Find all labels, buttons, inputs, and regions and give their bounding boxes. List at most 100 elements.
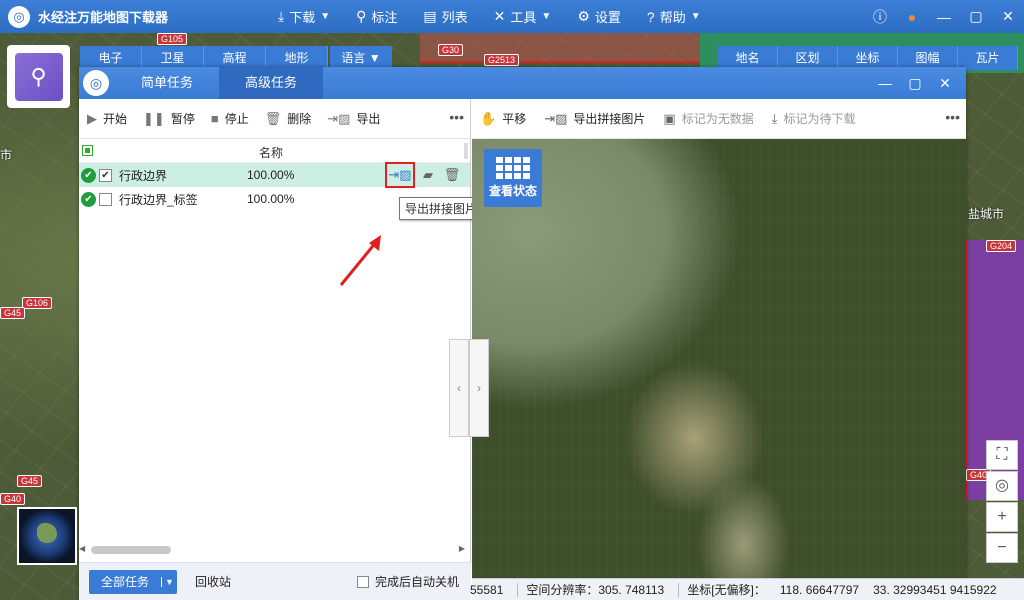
export-image-icon: ⇥▨	[327, 110, 351, 126]
pan-button[interactable]: ✋ 平移	[480, 110, 526, 127]
task-progress: 100.00%	[247, 192, 295, 206]
recycle-bin-link[interactable]: 回收站	[195, 573, 231, 590]
pause-icon: ❚❚	[143, 110, 165, 126]
close-button[interactable]: ✕	[992, 8, 1024, 25]
map-pin-icon: ⚲	[14, 52, 63, 101]
dialog-controls: — ▢ ✕	[870, 67, 960, 99]
mark-pending-icon: ⤓	[771, 110, 778, 126]
maximize-button[interactable]: ▢	[960, 8, 992, 25]
zoom-in-button[interactable]: +	[986, 502, 1018, 532]
stop-icon: ■	[210, 111, 219, 126]
scroll-left-icon[interactable]: ◀	[79, 544, 85, 553]
menu-list[interactable]: ▤ 列表	[423, 7, 467, 26]
vertical-scrollbar[interactable]	[464, 143, 468, 159]
row-checkbox[interactable]	[99, 192, 112, 206]
export-mosaic-button[interactable]: ⇥▨	[385, 162, 415, 188]
menu-annotate[interactable]: ⚲ 标注	[356, 7, 397, 26]
minimize-button[interactable]: —	[928, 9, 960, 25]
locate-icon[interactable]: ◎	[986, 471, 1018, 501]
app-title: 水经注万能地图下载器	[38, 10, 169, 25]
scrollbar-thumb[interactable]	[91, 546, 171, 554]
road-label: G105	[157, 33, 188, 45]
auto-shutdown-checkbox[interactable]	[356, 575, 369, 588]
main-menu: ⤓ 下载 ▼ ⚲ 标注 ▤ 列表 ✕ 工具 ▼ ⚙ 设置 ? 帮助 ▼	[278, 0, 727, 33]
road-label: G45	[17, 475, 43, 487]
export-mosaic-toolbar-button[interactable]: ⇥▨ 导出拼接图片	[544, 110, 645, 127]
dialog-header: ◎ 简单任务 高级任务 — ▢ ✕	[79, 67, 966, 99]
list-icon: ▤	[423, 8, 437, 24]
preview-toolbar: ✋ 平移 ⇥▨ 导出拼接图片 ▣ 标记为无数据 ⤓ 标记为待下载 •••	[472, 99, 966, 139]
tooltip: 导出拼接图片	[399, 197, 484, 220]
close-button[interactable]: ✕	[930, 75, 960, 92]
all-tasks-dropdown[interactable]: 全部任务 ▼	[89, 569, 177, 594]
app-logo-icon: ◎	[8, 5, 30, 28]
city-label: 盐城市	[968, 207, 1005, 221]
app-badge[interactable]: ⚲	[7, 45, 70, 108]
start-button[interactable]: ▶ 开始	[87, 110, 127, 127]
chevron-down-icon: ▼	[541, 11, 552, 22]
fullscreen-icon[interactable]: ⛶	[986, 440, 1018, 470]
list-header: 名称	[79, 139, 470, 163]
trash-icon[interactable]: 🗑	[441, 166, 463, 184]
chevron-down-icon: ▼	[690, 11, 701, 22]
view-status-button[interactable]: 查看状态	[484, 149, 542, 207]
chevron-down-icon: ▼	[320, 11, 331, 22]
help-icon: ?	[646, 8, 655, 25]
menu-settings[interactable]: ⚙ 设置	[577, 7, 621, 26]
mark-pending-button[interactable]: ⤓ 标记为待下载	[772, 110, 856, 127]
road-label: G106	[22, 297, 53, 309]
map-controls: ⛶ ◎ + −	[986, 440, 1018, 564]
satellite-preview[interactable]: 查看状态	[472, 139, 966, 600]
row-actions: ⇥▨ ▰ 🗑	[385, 162, 465, 188]
expand-right-button[interactable]: ›	[469, 339, 489, 437]
horizontal-scrollbar[interactable]: ◀ ▶	[79, 544, 465, 554]
tab-advanced-task[interactable]: 高级任务	[219, 67, 324, 99]
menu-download[interactable]: ⤓ 下载 ▼	[278, 7, 330, 26]
export-image-icon: ⇥▨	[544, 110, 568, 126]
globe-overview[interactable]	[17, 507, 77, 565]
auto-shutdown-option[interactable]: 完成后自动关机	[356, 573, 459, 590]
maximize-button[interactable]: ▢	[900, 75, 930, 92]
trash-icon: 🗑	[264, 110, 282, 126]
menu-tools[interactable]: ✕ 工具 ▼	[494, 7, 552, 26]
chevron-down-icon: ▼	[161, 576, 177, 587]
more-icon[interactable]: •••	[449, 109, 464, 125]
task-toolbar: ▶ 开始 ❚❚ 暂停 ■ 停止 🗑 删除 ⇥▨ 导出 •••	[79, 99, 470, 139]
menu-help[interactable]: ? 帮助 ▼	[647, 7, 701, 26]
grid-icon	[496, 157, 530, 179]
pause-button[interactable]: ❚❚ 暂停	[143, 110, 195, 127]
coordinate-label: 坐标[无偏移]：	[687, 583, 766, 597]
info-icon[interactable]: ⓘ	[864, 7, 896, 27]
task-name: 行政边界_标签	[119, 192, 198, 207]
status-bar: 55581 空间分辨率：305. 748113 坐标[无偏移]： 118. 66…	[470, 578, 1024, 600]
tab-tile[interactable]: 瓦片	[958, 46, 1018, 70]
more-icon[interactable]: •••	[945, 109, 960, 125]
scroll-right-icon[interactable]: ▶	[459, 544, 465, 553]
stop-button[interactable]: ■ 停止	[211, 110, 249, 127]
mark-no-data-button[interactable]: ▣ 标记为无数据	[663, 110, 753, 127]
road-label: G2513	[484, 54, 520, 66]
window-controls: ⓘ ● — ▢ ✕	[864, 0, 1024, 33]
road-label: G40	[0, 493, 26, 505]
latitude-value: 33. 32993451 9415922	[873, 582, 997, 597]
delete-button[interactable]: 🗑 删除	[265, 110, 312, 127]
export-button[interactable]: ⇥▨ 导出	[327, 110, 380, 127]
zoom-out-button[interactable]: −	[986, 533, 1018, 563]
task-dialog: ◎ 简单任务 高级任务 — ▢ ✕ ▶ 开始 ❚❚ 暂停 ■ 停止 🗑 删除 ⇥▨ 导出 …	[79, 67, 966, 600]
app-logo-icon: ◎	[83, 70, 109, 96]
tab-simple-task[interactable]: 简单任务	[115, 67, 219, 99]
table-row[interactable]: ✔ ✔ 行政边界 100.00% ⇥▨ ▰ 🗑	[79, 162, 470, 188]
user-icon[interactable]: ●	[896, 9, 928, 25]
resolution-value: 空间分辨率：305. 748113	[526, 583, 665, 597]
collapse-left-button[interactable]: ‹	[449, 339, 469, 437]
minimize-button[interactable]: —	[870, 75, 900, 91]
road-label: G204	[986, 240, 1017, 252]
play-icon: ▶	[87, 110, 97, 126]
folder-icon[interactable]: ▰	[417, 166, 439, 184]
scale-value: 55581	[470, 582, 504, 597]
settings-icon: ⚙	[577, 8, 590, 24]
row-checkbox[interactable]: ✔	[99, 168, 112, 182]
select-all-checkbox[interactable]	[82, 145, 93, 156]
city-label: 市	[0, 148, 13, 162]
panel-collapse-handle: ‹ ›	[449, 339, 493, 437]
